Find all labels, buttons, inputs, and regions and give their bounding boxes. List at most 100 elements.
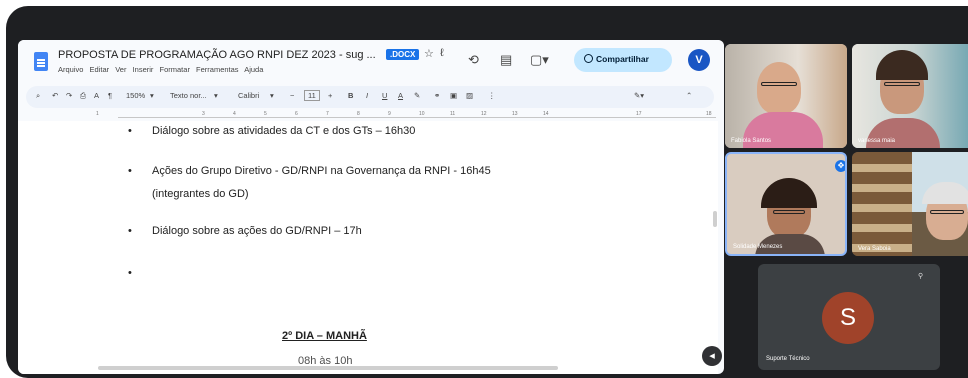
glasses — [773, 210, 805, 214]
pin-icon[interactable]: ✥ — [835, 160, 845, 172]
zoom-select[interactable]: 150% — [126, 91, 145, 100]
menu-bar: Arquivo Editar Ver Inserir Formatar Ferr… — [58, 65, 267, 74]
participant-name: Solidade Menezes — [733, 244, 783, 250]
ruler-number: 8 — [357, 111, 360, 117]
style-select[interactable]: Texto nor... — [170, 91, 207, 100]
font-size-input[interactable]: 11 — [304, 90, 320, 101]
increase-font-icon[interactable]: + — [328, 91, 332, 100]
bookshelf — [852, 152, 912, 256]
ruler-number: 14 — [543, 111, 549, 117]
print-icon[interactable]: ⎙ — [80, 91, 86, 101]
menu-ajuda[interactable]: Ajuda — [244, 65, 263, 74]
ruler-number: 12 — [481, 111, 487, 117]
bold-icon[interactable]: B — [348, 91, 353, 100]
screenshot-frame: PROPOSTA DE PROGRAMAÇÃO AGO RNPI DEZ 202… — [0, 0, 968, 378]
doc-line: Ações do Grupo Diretivo - GD/RNPI na Gov… — [152, 165, 491, 177]
ruler-number: 10 — [419, 111, 425, 117]
image-icon[interactable]: ▨ — [466, 91, 473, 100]
share-label: Compartilhar — [596, 54, 649, 64]
editing-mode-icon[interactable]: ✎▾ — [634, 91, 644, 100]
vertical-scrollbar[interactable] — [713, 211, 717, 227]
participant-tile-active[interactable]: ✥ Solidade Menezes — [725, 152, 847, 256]
participant-name: vanessa maia — [858, 138, 896, 144]
ruler-number: 4 — [233, 111, 236, 117]
ruler: 1 3 4 5 6 7 8 9 10 11 12 13 14 17 18 — [18, 111, 724, 121]
glasses — [930, 210, 964, 214]
share-screen-icon[interactable]: ◂ — [702, 346, 722, 366]
glasses — [884, 82, 920, 86]
spellcheck-icon[interactable]: A — [94, 91, 99, 100]
menu-inserir[interactable]: Inserir — [133, 65, 154, 74]
ruler-number: 5 — [264, 111, 267, 117]
ruler-number: 7 — [326, 111, 329, 117]
meeting-window: PROPOSTA DE PROGRAMAÇÃO AGO RNPI DEZ 202… — [6, 6, 968, 378]
glasses — [761, 82, 797, 86]
meet-icon[interactable]: ▢▾ — [530, 52, 549, 68]
participant-face — [757, 62, 801, 114]
move-icon[interactable]: ℓ — [440, 47, 444, 59]
shared-document-window: PROPOSTA DE PROGRAMAÇÃO AGO RNPI DEZ 202… — [18, 40, 724, 374]
ruler-number: 3 — [202, 111, 205, 117]
link-icon[interactable]: ⚭ — [434, 91, 440, 100]
more-icon[interactable]: ⋮ — [488, 91, 496, 100]
star-icon[interactable]: ☆ — [424, 47, 434, 60]
participant-tile[interactable]: ⚲ S Suporte Técnico — [758, 264, 940, 370]
user-avatar[interactable]: V — [688, 49, 710, 71]
ruler-number: 18 — [706, 111, 712, 117]
menu-editar[interactable]: Editar — [90, 65, 110, 74]
participant-hair — [761, 178, 817, 208]
font-select[interactable]: Calibri — [238, 91, 259, 100]
doc-line: (integrantes do GD) — [152, 188, 249, 200]
mic-off-icon: ⚲ — [918, 273, 924, 280]
ruler-number: 1 — [96, 111, 99, 117]
menu-ver[interactable]: Ver — [115, 65, 126, 74]
participant-tile[interactable]: Vera Saboia — [852, 152, 968, 256]
ruler-line — [118, 117, 716, 118]
editing-toolbar: ⌕ ↶ ↷ ⎙ A ¶ 150% ▾ Texto nor... ▾ Calibr… — [26, 86, 714, 108]
text-color-icon[interactable]: A — [398, 91, 403, 100]
underline-icon[interactable]: U — [382, 91, 387, 100]
redo-icon[interactable]: ↷ — [66, 91, 72, 100]
paint-format-icon[interactable]: ¶ — [108, 91, 112, 100]
participant-tile[interactable]: vanessa maia — [852, 44, 968, 148]
ruler-number: 13 — [512, 111, 518, 117]
bullet-dot: • — [128, 165, 132, 177]
chevron-down-icon[interactable]: ▾ — [214, 91, 218, 100]
docs-logo-icon — [34, 52, 48, 71]
comment-icon[interactable]: ▣ — [450, 91, 457, 100]
participant-name: Vera Saboia — [858, 246, 891, 252]
participant-name: Fabiola Santos — [731, 138, 772, 144]
lock-icon — [584, 54, 593, 63]
collapse-icon[interactable]: ⌃ — [686, 91, 692, 100]
horizontal-scrollbar[interactable] — [98, 366, 558, 370]
decrease-font-icon[interactable]: − — [290, 91, 294, 100]
doc-title[interactable]: PROPOSTA DE PROGRAMAÇÃO AGO RNPI DEZ 202… — [58, 49, 376, 61]
italic-icon[interactable]: I — [366, 91, 368, 100]
menu-formatar[interactable]: Formatar — [160, 65, 190, 74]
participant-tile[interactable]: Fabiola Santos — [725, 44, 847, 148]
chevron-down-icon[interactable]: ▾ — [270, 91, 274, 100]
bullet-dot: • — [128, 225, 132, 237]
doc-line: Diálogo sobre as atividades da CT e dos … — [152, 125, 416, 137]
comments-icon[interactable]: ▤ — [500, 52, 512, 68]
chevron-down-icon[interactable]: ▾ — [150, 91, 154, 100]
share-button[interactable]: Compartilhar — [574, 48, 672, 72]
ruler-number: 9 — [388, 111, 391, 117]
participant-name: Suporte Técnico — [766, 356, 810, 362]
search-icon[interactable]: ⌕ — [36, 91, 40, 101]
highlight-icon[interactable]: ✎ — [414, 91, 420, 100]
section-heading: 2º DIA – MANHÃ — [282, 330, 367, 342]
ruler-number: 6 — [295, 111, 298, 117]
ruler-number: 11 — [450, 111, 456, 117]
menu-ferramentas[interactable]: Ferramentas — [196, 65, 239, 74]
doc-extension-badge: .DOCX — [386, 49, 420, 60]
doc-line: Diálogo sobre as ações do GD/RNPI – 17h — [152, 225, 362, 237]
participant-avatar: S — [822, 292, 874, 344]
document-page[interactable]: • Diálogo sobre as atividades da CT e do… — [18, 121, 718, 374]
bullet-dot: • — [128, 125, 132, 137]
history-icon[interactable]: ⟲ — [468, 52, 479, 68]
doc-titlebar: PROPOSTA DE PROGRAMAÇÃO AGO RNPI DEZ 202… — [18, 40, 724, 82]
menu-arquivo[interactable]: Arquivo — [58, 65, 83, 74]
undo-icon[interactable]: ↶ — [52, 91, 58, 100]
ruler-number: 17 — [636, 111, 642, 117]
